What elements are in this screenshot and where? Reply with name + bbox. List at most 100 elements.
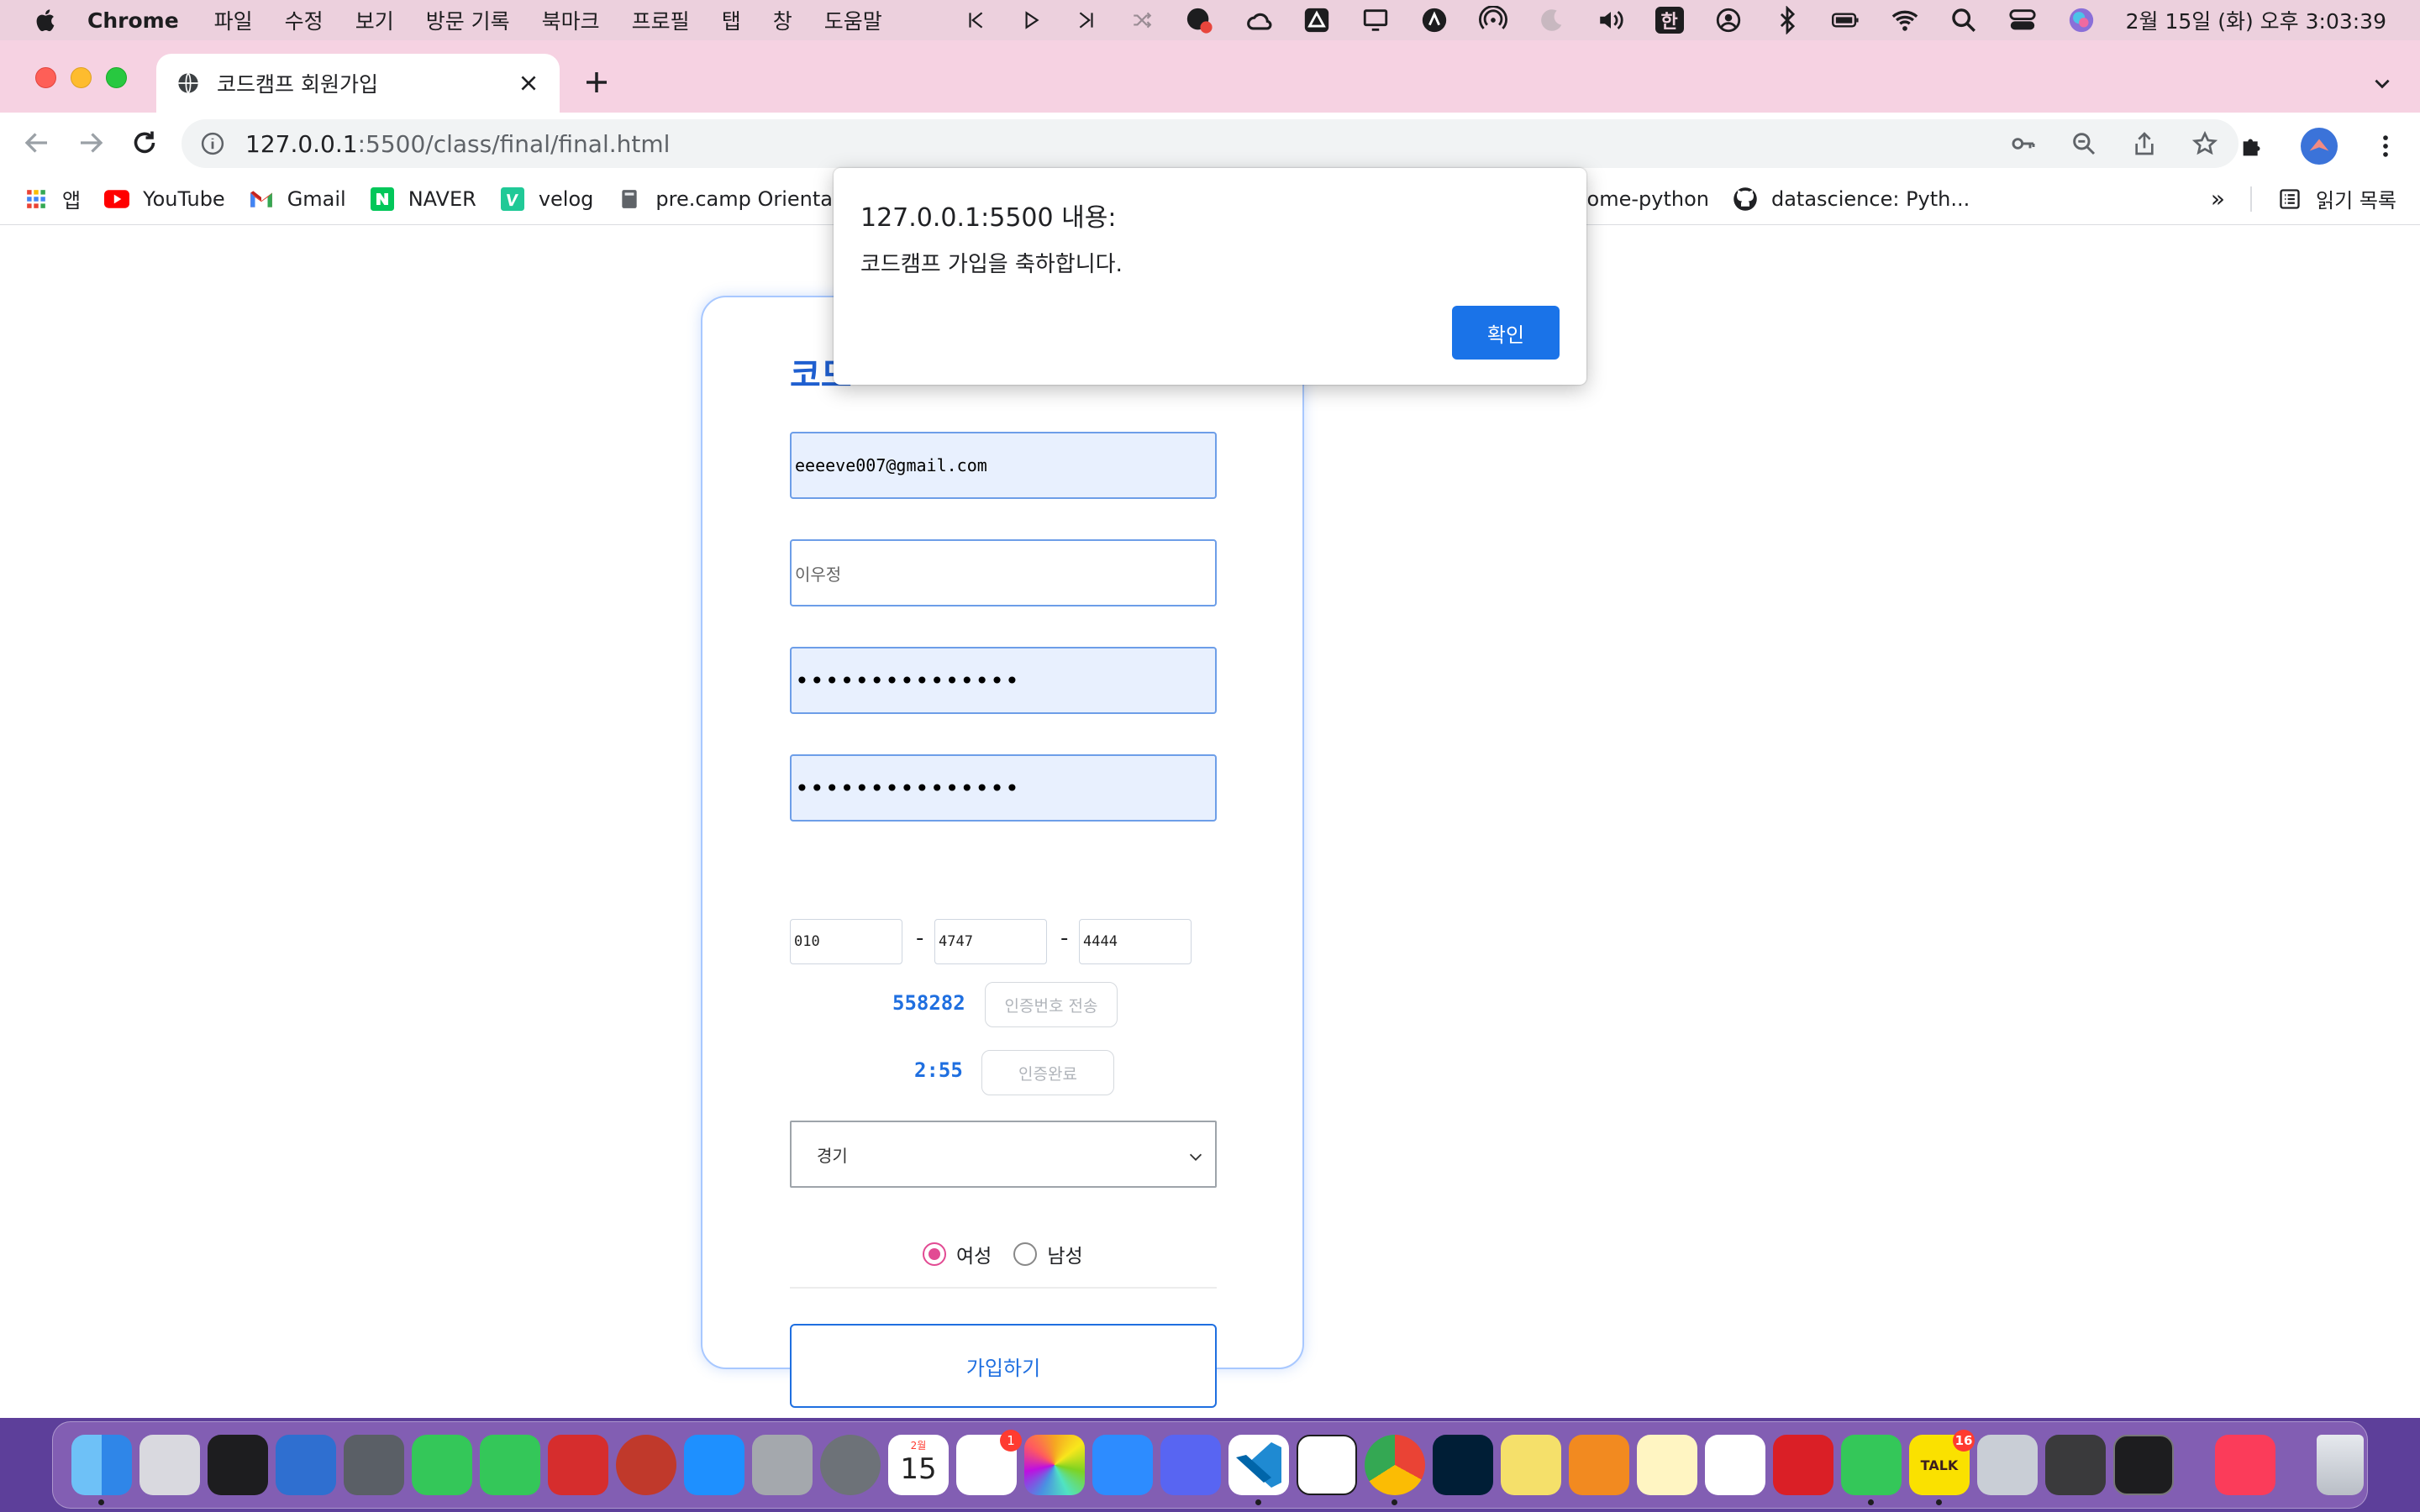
trash-icon[interactable] bbox=[2317, 1435, 2364, 1495]
app-store-icon[interactable] bbox=[684, 1435, 744, 1495]
stickies-icon[interactable] bbox=[1501, 1435, 1561, 1495]
menu-file[interactable]: 파일 bbox=[214, 5, 253, 35]
user-account-icon[interactable] bbox=[1714, 6, 1743, 34]
mission-control-icon[interactable] bbox=[208, 1435, 268, 1495]
signup-submit-button[interactable]: 가입하기 bbox=[790, 1324, 1217, 1408]
back-arrow-icon[interactable] bbox=[22, 128, 52, 158]
pages-icon[interactable] bbox=[1569, 1435, 1629, 1495]
close-window-button[interactable] bbox=[35, 67, 56, 88]
minimize-window-button[interactable] bbox=[71, 67, 92, 88]
bookmark-apps[interactable]: 앱 bbox=[24, 184, 81, 213]
extensions-puzzle-icon[interactable] bbox=[2238, 132, 2267, 160]
menu-tab[interactable]: 탭 bbox=[722, 5, 741, 35]
airdrop-icon[interactable] bbox=[1478, 6, 1507, 34]
apple-icon[interactable] bbox=[34, 8, 55, 33]
bookmark-precamp[interactable]: pre.camp Orienta bbox=[617, 186, 833, 212]
star-icon[interactable] bbox=[2191, 130, 2218, 157]
phone-part-1-input[interactable]: 010 bbox=[790, 919, 902, 964]
phone-part-2-input[interactable]: 4747 bbox=[934, 919, 1047, 964]
menu-bookmarks[interactable]: 북마크 bbox=[542, 5, 600, 35]
notion-icon[interactable] bbox=[1297, 1435, 1357, 1495]
bookmark-velog[interactable]: velog bbox=[500, 186, 593, 212]
calendar-icon[interactable]: 2월 15 bbox=[888, 1435, 949, 1495]
more-vertical-icon[interactable] bbox=[2371, 132, 2400, 160]
textedit-icon[interactable] bbox=[1705, 1435, 1765, 1495]
notification-icon[interactable] bbox=[1185, 6, 1213, 34]
photoshop-icon[interactable] bbox=[1433, 1435, 1493, 1495]
gender-female-radio[interactable] bbox=[923, 1242, 946, 1266]
gender-female-label[interactable]: 여성 bbox=[956, 1240, 992, 1268]
menu-edit[interactable]: 수정 bbox=[285, 5, 324, 35]
bookmark-gmail[interactable]: Gmail bbox=[249, 186, 346, 212]
spotlight-search-icon[interactable] bbox=[1949, 6, 1978, 34]
discord-icon[interactable] bbox=[1160, 1435, 1221, 1495]
photos-icon[interactable] bbox=[1024, 1435, 1085, 1495]
vscode-icon[interactable] bbox=[1228, 1435, 1289, 1505]
kakaotalk-icon[interactable]: TALK 16 bbox=[1909, 1430, 1975, 1505]
close-tab-icon[interactable] bbox=[518, 72, 539, 94]
menu-history[interactable]: 방문 기록 bbox=[426, 5, 510, 35]
launchpad-icon[interactable] bbox=[139, 1435, 200, 1495]
bookmark-datascience[interactable]: datascience: Pyth... bbox=[1733, 186, 1970, 212]
new-tab-icon[interactable] bbox=[583, 69, 610, 96]
messages-icon[interactable] bbox=[412, 1435, 472, 1495]
email-input[interactable]: eeeeve007@gmail.com bbox=[790, 432, 1217, 499]
phone-part-3-input[interactable]: 4444 bbox=[1079, 919, 1192, 964]
region-select[interactable]: 경기 bbox=[790, 1121, 1217, 1188]
tab-active[interactable]: 코드캠프 회원가입 bbox=[156, 54, 560, 113]
menu-profiles[interactable]: 프로필 bbox=[632, 5, 690, 35]
verify-complete-button[interactable]: 인증완료 bbox=[981, 1050, 1114, 1095]
music-icon[interactable] bbox=[2215, 1435, 2275, 1495]
shuffle-icon[interactable] bbox=[1131, 9, 1153, 31]
bookmarks-overflow-button[interactable]: » bbox=[2211, 185, 2225, 213]
creative-cloud-dock-icon[interactable] bbox=[1773, 1435, 1833, 1495]
screen-recorder-icon[interactable] bbox=[344, 1435, 404, 1495]
info-icon[interactable] bbox=[200, 131, 225, 156]
forward-arrow-icon[interactable] bbox=[76, 128, 106, 158]
display-icon[interactable] bbox=[1361, 6, 1390, 34]
input-method-indicator[interactable]: 한 bbox=[1655, 7, 1684, 34]
password-input[interactable]: ••••••••••••••• bbox=[790, 647, 1217, 714]
system-preferences-icon[interactable] bbox=[820, 1435, 881, 1495]
bluetooth-icon[interactable] bbox=[1773, 6, 1802, 34]
menubar-clock[interactable]: 2월 15일 (화) 오후 3:03:39 bbox=[2126, 5, 2386, 35]
finder-icon[interactable] bbox=[71, 1435, 132, 1505]
kakao-navi-icon[interactable] bbox=[1841, 1435, 1902, 1505]
vpn-icon[interactable] bbox=[1420, 6, 1449, 34]
screen-app-icon[interactable] bbox=[276, 1435, 336, 1495]
name-input[interactable]: 이우정 bbox=[790, 539, 1217, 606]
menu-help[interactable]: 도움말 bbox=[824, 5, 882, 35]
chrome-icon[interactable] bbox=[1365, 1435, 1425, 1505]
reading-list-button[interactable]: 읽기 목록 bbox=[2277, 184, 2396, 213]
share-icon[interactable] bbox=[2131, 130, 2158, 157]
gender-male-label[interactable]: 남성 bbox=[1047, 1240, 1082, 1268]
bookmark-youtube[interactable]: YouTube bbox=[104, 186, 225, 212]
notes-icon[interactable] bbox=[1637, 1435, 1697, 1495]
drive-icon[interactable] bbox=[1302, 6, 1331, 34]
calculator-icon[interactable] bbox=[2045, 1435, 2106, 1495]
volume-icon[interactable] bbox=[1597, 6, 1625, 34]
control-center-icon[interactable] bbox=[2008, 6, 2037, 34]
facetime-icon[interactable] bbox=[480, 1435, 540, 1495]
siri-icon[interactable] bbox=[2067, 6, 2096, 34]
next-track-icon[interactable] bbox=[1076, 9, 1097, 31]
chevron-down-icon[interactable] bbox=[2371, 72, 2393, 94]
preview-icon[interactable] bbox=[1977, 1435, 2038, 1495]
menu-app-name[interactable]: Chrome bbox=[87, 8, 179, 33]
play-icon[interactable] bbox=[1020, 9, 1042, 31]
safari-icon[interactable] bbox=[616, 1435, 676, 1495]
zoom-icon[interactable] bbox=[1092, 1435, 1153, 1495]
reminders-icon[interactable]: 1 bbox=[956, 1430, 1022, 1495]
font-book-icon[interactable] bbox=[752, 1435, 813, 1495]
address-bar[interactable]: 127.0.0.1:5500/class/final/final.html bbox=[182, 119, 2238, 168]
gender-male-radio[interactable] bbox=[1013, 1242, 1038, 1266]
zoom-icon[interactable] bbox=[2070, 130, 2097, 157]
profile-avatar[interactable] bbox=[2301, 128, 2338, 165]
alert-ok-button[interactable]: 확인 bbox=[1452, 306, 1560, 360]
previous-track-icon[interactable] bbox=[965, 9, 986, 31]
battery-icon[interactable] bbox=[1831, 6, 1860, 34]
reload-icon[interactable] bbox=[129, 128, 160, 158]
moon-icon[interactable] bbox=[1538, 6, 1566, 34]
send-code-button[interactable]: 인증번호 전송 bbox=[985, 982, 1118, 1027]
bookmark-naver[interactable]: NAVER bbox=[370, 186, 476, 212]
